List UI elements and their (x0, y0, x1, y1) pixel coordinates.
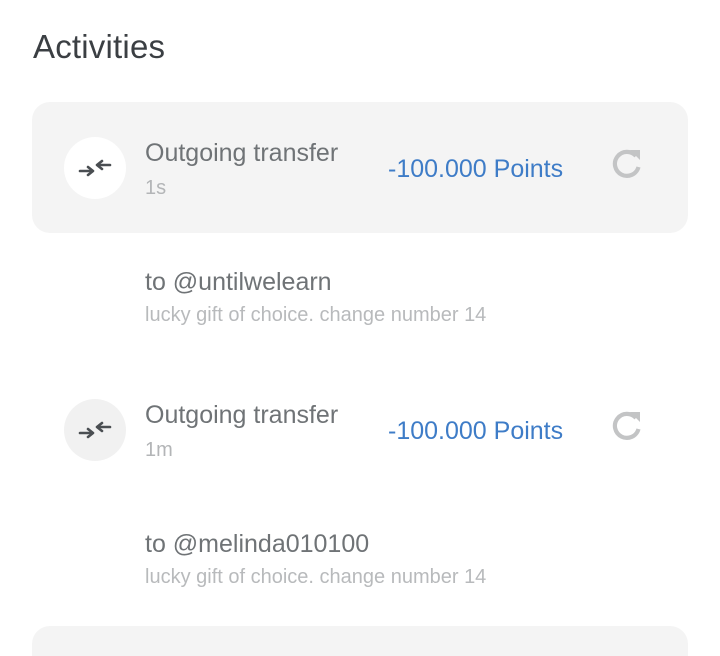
page-title: Activities (33, 28, 166, 65)
transaction-title: Outgoing transfer (145, 401, 339, 429)
recipient-label: to @untilwelearn (145, 268, 332, 296)
transaction-time: 1m (145, 439, 173, 461)
transfer-details: to @untilwelearn lucky gift of choice. c… (145, 268, 486, 327)
transaction-amount: -100.000 Points (388, 155, 564, 183)
transfer-note: lucky gift of choice. change number 14 (145, 566, 487, 588)
transfer-details: to @melinda010100 lucky gift of choice. … (145, 530, 486, 589)
activity-item[interactable] (32, 626, 688, 656)
retry-icon[interactable] (609, 146, 645, 182)
transfer-arrows-icon (64, 137, 126, 199)
transfer-note: lucky gift of choice. change number 14 (145, 304, 487, 326)
transaction-title: Outgoing transfer (145, 139, 339, 167)
retry-icon[interactable] (609, 408, 645, 444)
recipient-label: to @melinda010100 (145, 530, 370, 558)
transfer-arrows-icon (64, 399, 126, 461)
transaction-amount: -100.000 Points (388, 417, 564, 445)
transaction-time: 1s (145, 177, 167, 199)
activity-item[interactable]: Outgoing transfer 1s -100.000 Points (32, 102, 688, 233)
activities-screen: Activities Outgoing transfer 1s -100.000… (0, 0, 720, 656)
activity-item[interactable]: Outgoing transfer 1m -100.000 Points (32, 364, 688, 495)
